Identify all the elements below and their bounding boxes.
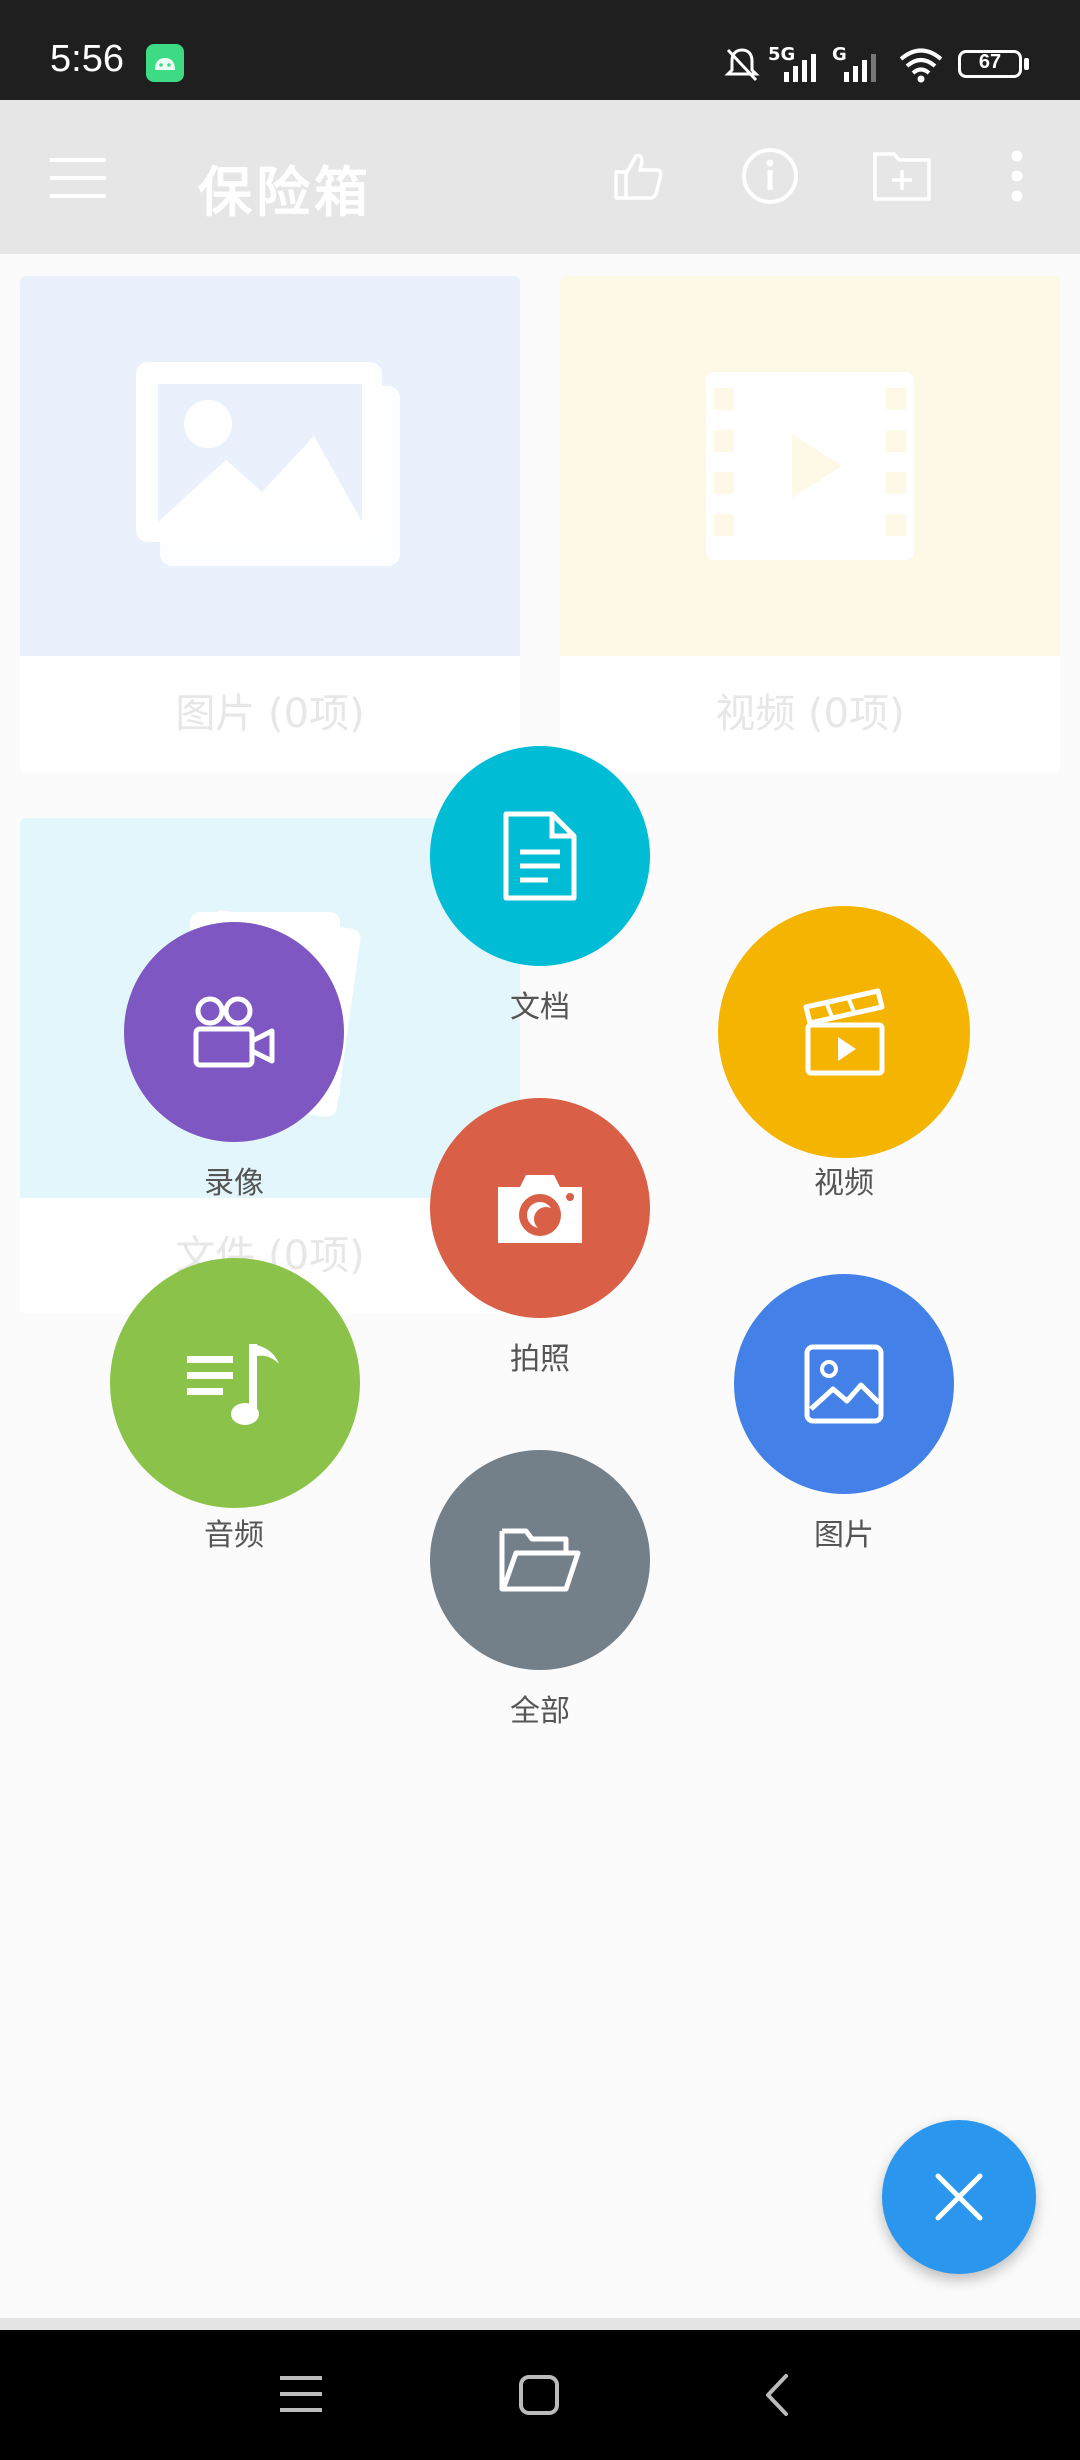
- film-icon: [706, 372, 914, 560]
- menu-all-label: 全部: [510, 1694, 570, 1729]
- menu-video-button[interactable]: [718, 906, 970, 1158]
- signal-bars-icon: [784, 54, 816, 82]
- recent-apps-icon[interactable]: [280, 2374, 322, 2414]
- menu-video-label: 视频: [814, 1166, 874, 1201]
- android-notification-icon: [146, 44, 184, 82]
- video-camera-icon: [193, 996, 275, 1068]
- card-images-thumb: [20, 276, 520, 656]
- card-videos-label: 视频 (0项): [715, 691, 905, 737]
- document-icon: [503, 811, 577, 901]
- photo-icon: [136, 362, 400, 566]
- menu-take-photo-button[interactable]: [430, 1098, 650, 1318]
- page-title: 保险箱: [198, 161, 372, 224]
- menu-record-button[interactable]: [124, 922, 344, 1142]
- close-menu-fab[interactable]: [882, 2120, 1036, 2274]
- card-images-label: 图片 (0项): [175, 691, 365, 737]
- card-videos-thumb: [560, 276, 1060, 656]
- menu-audio-label: 音频: [204, 1518, 264, 1553]
- card-images[interactable]: 图片 (0项): [20, 276, 520, 772]
- back-icon[interactable]: [762, 2372, 790, 2418]
- info-icon[interactable]: [740, 146, 800, 206]
- menu-document-button[interactable]: [430, 746, 650, 966]
- bell-muted-icon: [724, 48, 760, 82]
- menu-audio-button[interactable]: [110, 1258, 360, 1508]
- status-time: 5:56: [50, 38, 124, 80]
- menu-image-button[interactable]: [734, 1274, 954, 1494]
- music-icon: [187, 1344, 279, 1425]
- menu-document-label: 文档: [510, 990, 570, 1025]
- menu-all-button[interactable]: [430, 1450, 650, 1670]
- battery-tip: [1024, 58, 1029, 70]
- card-videos[interactable]: 视频 (0项): [560, 276, 1060, 772]
- camera-icon: [498, 1175, 582, 1243]
- battery-icon: 67: [958, 50, 1022, 78]
- menu-image-label: 图片: [814, 1518, 874, 1553]
- home-icon[interactable]: [518, 2374, 560, 2416]
- new-folder-icon[interactable]: [872, 148, 932, 202]
- signal-bars-icon-2: [844, 54, 876, 82]
- battery-level: 67: [978, 51, 1002, 73]
- folder-icon: [499, 1528, 581, 1592]
- thumbs-up-icon[interactable]: [612, 148, 666, 202]
- bottom-divider: [0, 2318, 1080, 2330]
- menu-take-photo-label: 拍照: [510, 1342, 570, 1377]
- more-options-icon[interactable]: [1010, 150, 1024, 202]
- menu-record-label: 录像: [204, 1166, 264, 1201]
- image-icon: [804, 1344, 884, 1424]
- close-icon: [935, 2173, 983, 2221]
- wifi-icon: [899, 48, 943, 83]
- menu-hamburger-icon[interactable]: [50, 158, 106, 198]
- clapperboard-icon: [803, 988, 885, 1076]
